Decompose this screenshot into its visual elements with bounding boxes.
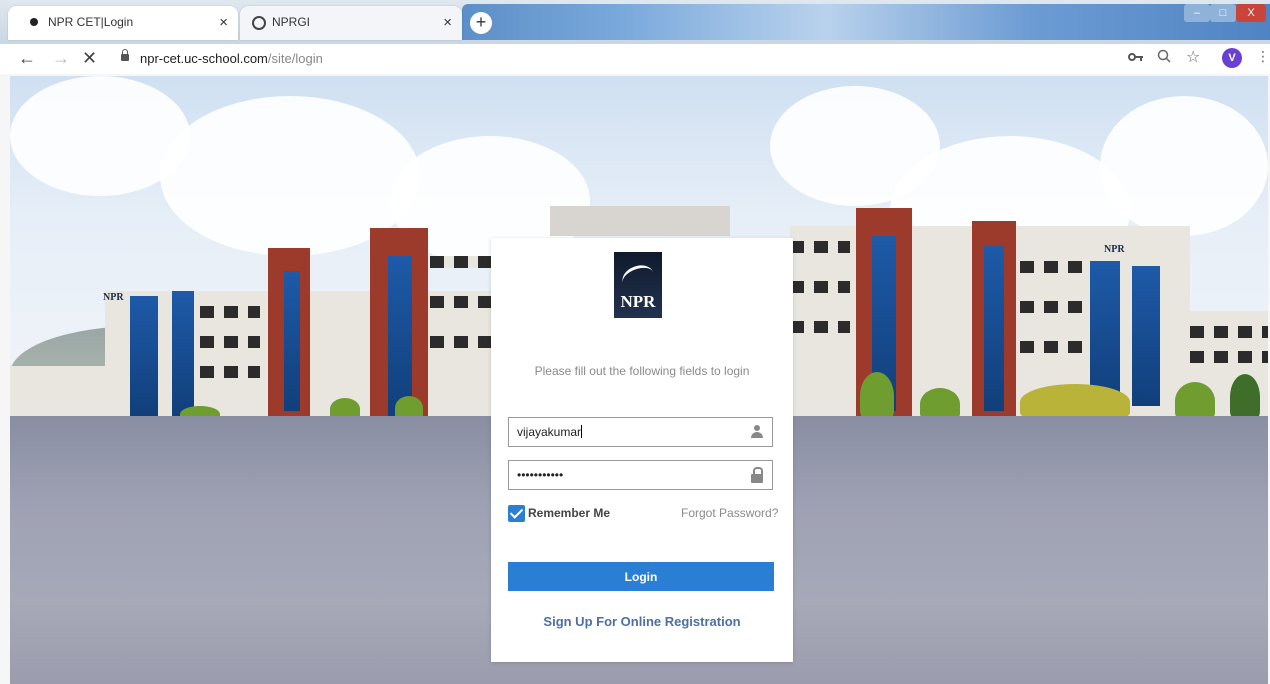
building	[550, 206, 730, 236]
building-glass	[1132, 266, 1160, 406]
favicon-icon	[30, 18, 38, 26]
forgot-password-link[interactable]: Forgot Password?	[681, 506, 778, 520]
stop-loading-button[interactable]: ✕	[82, 48, 97, 69]
url-host: npr-cet.uc-school.com	[140, 51, 268, 66]
window-row	[200, 366, 260, 378]
tab-close-icon[interactable]: ×	[219, 14, 228, 31]
shrub	[1020, 384, 1130, 420]
maximize-button[interactable]: □	[1210, 4, 1236, 22]
tab-close-icon[interactable]: ×	[443, 14, 452, 31]
npr-logo: NPR	[614, 252, 662, 326]
window-row	[1020, 301, 1090, 313]
browser-toolbar: ← → ✕ npr-cet.uc-school.com/site/login ☆…	[0, 44, 1270, 74]
window-row	[430, 256, 500, 268]
minimize-button[interactable]: –	[1184, 4, 1210, 22]
padlock-icon	[750, 467, 764, 483]
profile-avatar[interactable]: V	[1222, 48, 1242, 68]
window-row	[200, 306, 260, 318]
close-window-button[interactable]: X	[1236, 4, 1266, 22]
window-row	[790, 241, 850, 253]
tab-nprgi[interactable]: NPRGI ×	[240, 6, 462, 40]
shrub	[1230, 374, 1260, 420]
zoom-icon[interactable]	[1157, 49, 1171, 66]
window-row	[430, 336, 500, 348]
user-icon	[750, 424, 764, 440]
titlebar-background	[462, 4, 1270, 40]
building-glass	[172, 291, 194, 416]
tab-title: NPRGI	[272, 15, 311, 29]
window-row	[790, 281, 850, 293]
tab-strip: NPR CET|Login × NPRGI × + – □ X	[0, 0, 1270, 44]
url-path: /site/login	[267, 51, 323, 66]
username-value: vijayakumar	[517, 425, 583, 439]
cloud	[1100, 96, 1268, 236]
remember-me-label[interactable]: Remember Me	[528, 506, 610, 520]
signup-link[interactable]: Sign Up For Online Registration	[491, 614, 793, 629]
window-row	[1020, 261, 1090, 273]
logo-text: NPR	[620, 292, 656, 311]
window-row	[1020, 341, 1090, 353]
password-value: •••••••••••	[517, 468, 564, 482]
lock-icon[interactable]	[121, 49, 129, 61]
forward-button[interactable]: →	[52, 48, 70, 69]
login-button[interactable]: Login	[508, 562, 774, 591]
building-sign: NPR	[1104, 244, 1125, 255]
text-caret	[581, 425, 583, 438]
username-field[interactable]: vijayakumar	[508, 417, 773, 447]
shrub	[860, 372, 894, 420]
bookmark-star-icon[interactable]: ☆	[1186, 47, 1200, 67]
building	[10, 366, 110, 421]
globe-icon	[252, 16, 266, 30]
building-glass	[388, 256, 412, 416]
new-tab-button[interactable]: +	[470, 12, 492, 34]
password-field[interactable]: •••••••••••	[508, 460, 773, 490]
tab-npr-cet-login[interactable]: NPR CET|Login ×	[8, 6, 238, 40]
shrub	[1175, 382, 1215, 420]
login-card: NPR Please fill out the following fields…	[491, 238, 793, 662]
remember-me-checkbox[interactable]	[508, 505, 525, 522]
window-row	[200, 336, 260, 348]
building-sign: NPR	[103, 292, 124, 303]
window-row	[790, 321, 850, 333]
address-bar[interactable]: npr-cet.uc-school.com/site/login	[140, 51, 323, 66]
tab-title: NPR CET|Login	[48, 15, 134, 29]
building-glass	[130, 296, 158, 416]
menu-icon[interactable]: ⋮	[1256, 48, 1270, 65]
key-icon[interactable]	[1128, 49, 1144, 65]
back-button[interactable]: ←	[18, 48, 36, 69]
building-glass	[984, 246, 1004, 411]
login-instructions: Please fill out the following fields to …	[534, 364, 750, 378]
building-glass	[284, 271, 300, 411]
window-row	[1190, 326, 1268, 338]
window-row	[1190, 351, 1268, 363]
window-row	[430, 296, 500, 308]
